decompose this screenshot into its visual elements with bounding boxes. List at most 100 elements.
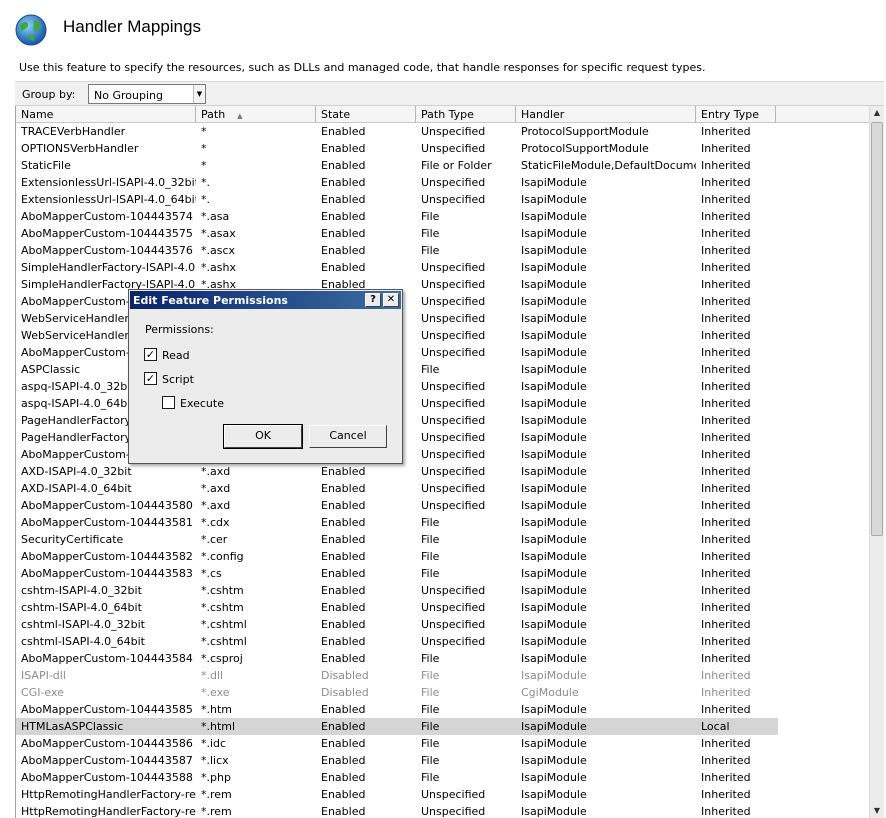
cell-entry-type: Inherited [701,771,751,784]
table-row[interactable]: StaticFile * Enabled File or Folder StaticFi… [16,157,778,174]
cell-state: Enabled [321,516,366,529]
column-header-path-type[interactable]: Path Type [416,106,516,123]
table-row[interactable]: cshtm-ISAPI-4.0_32bit *.cshtm Enabled Unspe… [16,582,778,599]
column-header-name[interactable]: Name [16,106,196,123]
script-checkbox-label[interactable]: Script [162,373,194,386]
cell-state: Enabled [321,159,366,172]
table-row[interactable]: AboMapperCustom-104443584 *.csproj Enabled… [16,650,778,667]
script-checkbox[interactable]: ✓ [144,372,157,385]
cell-name: cshtm-ISAPI-4.0_64bit [21,601,142,614]
execute-checkbox-label[interactable]: Execute [180,397,224,410]
ok-button[interactable]: OK [223,424,303,449]
help-button[interactable]: ? [365,293,381,307]
cell-path: *. [201,193,210,206]
cell-entry-type: Inherited [701,261,751,274]
cell-state: Enabled [321,720,366,733]
table-row[interactable]: AboMapperCustom-104443585 *.htm Enabled Fil… [16,701,778,718]
edit-feature-permissions-dialog: Edit Feature Permissions ? ✕ Permissions… [128,289,403,464]
table-row[interactable]: AboMapperCustom-104443582 *.config Enabled… [16,548,778,565]
scroll-up-icon[interactable]: ▲ [870,106,884,120]
dialog-title-bar: Edit Feature Permissions ? ✕ [130,291,401,309]
cell-state: Enabled [321,805,366,818]
table-row[interactable]: SimpleHandlerFactory-ISAPI-4.0... *.ashx E… [16,259,778,276]
cell-name: AboMapperCustom-104443576 [21,244,193,257]
cell-path-type: File [421,703,440,716]
cell-handler: IsapiModule [521,431,587,444]
cell-state: Enabled [321,754,366,767]
scrollbar-thumb[interactable] [871,122,883,536]
table-row[interactable]: cshtm-ISAPI-4.0_64bit *.cshtm Enabled Unspe… [16,599,778,616]
table-row[interactable]: ExtensionlessUrl-ISAPI-4.0_32bit *. Enable… [16,174,778,191]
cell-entry-type: Inherited [701,414,751,427]
cell-state: Enabled [321,567,366,580]
column-header-entry-type[interactable]: Entry Type [696,106,776,123]
cell-path-type: File [421,737,440,750]
table-row[interactable]: ExtensionlessUrl-ISAPI-4.0_64bit *. Enable… [16,191,778,208]
cell-entry-type: Inherited [701,431,751,444]
cell-handler: IsapiModule [521,720,587,733]
cell-entry-type: Inherited [701,686,751,699]
cell-path: *.csproj [201,652,243,665]
column-header-state[interactable]: State [316,106,416,123]
cell-path-type: File [421,533,440,546]
table-row[interactable]: AboMapperCustom-104443586 *.idc Enabled Fil… [16,735,778,752]
header: Handler Mappings [0,0,886,60]
cell-path-type: Unspecified [421,346,486,359]
read-checkbox[interactable]: ✓ [144,348,157,361]
table-row[interactable]: CGI-exe *.exe Disabled File CgiModule Inherit… [16,684,778,701]
table-row[interactable]: cshtml-ISAPI-4.0_64bit *.cshtml Enabled Uns… [16,633,778,650]
column-header-path[interactable]: Path ▲ [196,106,316,123]
table-row[interactable]: HttpRemotingHandlerFactory-re... *.rem Ena… [16,803,778,818]
table-row[interactable]: AboMapperCustom-104443575 *.asax Enabled Fi… [16,225,778,242]
cell-name: ISAPI-dll [21,669,66,682]
table-row[interactable]: SecurityCertificate *.cer Enabled File Isapi… [16,531,778,548]
table-row[interactable]: AboMapperCustom-104443581 *.cdx Enabled Fil… [16,514,778,531]
group-by-select[interactable]: No Grouping ▼ [88,84,206,104]
table-row[interactable]: AboMapperCustom-104443580 *.axd Enabled Uns… [16,497,778,514]
chevron-down-icon[interactable]: ▼ [193,85,205,103]
cell-path: *.axd [201,499,231,512]
table-row[interactable]: HTMLasASPClassic *.html Enabled File IsapiMo… [16,718,778,735]
table-row[interactable]: AboMapperCustom-104443587 *.licx Enabled Fi… [16,752,778,769]
cell-state: Enabled [321,261,366,274]
table-row[interactable]: AXD-ISAPI-4.0_32bit *.axd Enabled Unspecifi… [16,463,778,480]
execute-checkbox[interactable] [162,396,175,409]
cell-path: *.axd [201,465,231,478]
table-row[interactable]: AboMapperCustom-104443574 *.asa Enabled Fil… [16,208,778,225]
table-row[interactable]: AboMapperCustom-104443583 *.cs Enabled File… [16,565,778,582]
cell-handler: IsapiModule [521,737,587,750]
cell-path-type: Unspecified [421,278,486,291]
cell-path-type: Unspecified [421,125,486,138]
column-header-handler[interactable]: Handler [516,106,696,123]
table-row[interactable]: ISAPI-dll *.dll Disabled File IsapiModule Inh… [16,667,778,684]
table-row[interactable]: AboMapperCustom-104443588 *.php Enabled Fil… [16,769,778,786]
cell-path-type: Unspecified [421,261,486,274]
table-row[interactable]: HttpRemotingHandlerFactory-re... *.rem Ena… [16,786,778,803]
cell-name: SimpleHandlerFactory-ISAPI-4.0... [21,261,196,274]
cell-entry-type: Inherited [701,244,751,257]
cancel-button[interactable]: Cancel [309,425,387,448]
cell-handler: IsapiModule [521,448,587,461]
table-header: Name Path ▲ State Path Type Handler Entry… [16,106,884,123]
cell-entry-type: Inherited [701,210,751,223]
permissions-label: Permissions: [145,323,214,336]
table-row[interactable]: AboMapperCustom-104443576 *.ascx Enabled Fi… [16,242,778,259]
table-row[interactable]: cshtml-ISAPI-4.0_32bit *.cshtml Enabled Uns… [16,616,778,633]
cell-state: Enabled [321,618,366,631]
cell-handler: IsapiModule [521,652,587,665]
table-row[interactable]: OPTIONSVerbHandler * Enabled Unspecified Pro… [16,140,778,157]
cell-path: *.cshtm [201,601,244,614]
cell-name: HttpRemotingHandlerFactory-re... [21,788,196,801]
read-checkbox-label[interactable]: Read [162,349,190,362]
cell-path-type: File [421,210,440,223]
cell-path-type: Unspecified [421,499,486,512]
cell-name: TRACEVerbHandler [21,125,126,138]
cell-path: *.cs [201,567,222,580]
scroll-down-icon[interactable]: ▼ [870,804,884,818]
vertical-scrollbar[interactable]: ▲ ▼ [869,106,884,818]
cell-handler: IsapiModule [521,363,587,376]
close-button[interactable]: ✕ [383,293,399,307]
table-body: TRACEVerbHandler * Enabled Unspecified Proto… [16,123,868,818]
table-row[interactable]: TRACEVerbHandler * Enabled Unspecified Proto… [16,123,778,140]
table-row[interactable]: AXD-ISAPI-4.0_64bit *.axd Enabled Unspecifi… [16,480,778,497]
